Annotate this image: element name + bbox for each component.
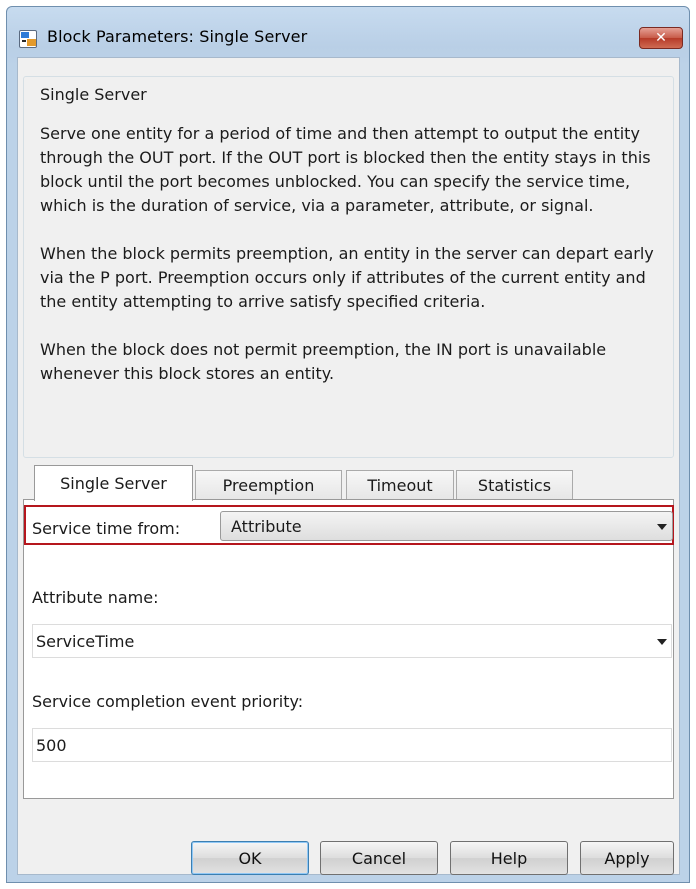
attribute-name-combo[interactable]: ServiceTime (32, 624, 672, 658)
groupbox-legend: Single Server (34, 85, 153, 104)
priority-label: Service completion event priority: (32, 692, 304, 711)
cancel-button[interactable]: Cancel (320, 841, 438, 875)
block-description: Serve one entity for a period of time an… (40, 122, 672, 410)
close-icon: ✕ (655, 30, 667, 46)
dialog-window: Block Parameters: Single Server ✕ Single… (6, 6, 690, 883)
description-paragraph: Serve one entity for a period of time an… (40, 124, 651, 215)
description-paragraph: When the block does not permit preemptio… (40, 340, 607, 383)
chevron-down-icon (657, 524, 667, 530)
chevron-down-icon[interactable] (657, 639, 667, 645)
description-groupbox: Single Server Serve one entity for a per… (23, 76, 674, 458)
description-paragraph: When the block permits preemption, an en… (40, 244, 654, 311)
ok-button[interactable]: OK (191, 841, 309, 875)
priority-field[interactable]: 500 (32, 728, 672, 762)
tab-single-server[interactable]: Single Server (34, 465, 193, 501)
window-title: Block Parameters: Single Server (47, 27, 308, 46)
service-time-value: Attribute (231, 517, 302, 536)
close-button[interactable]: ✕ (639, 27, 683, 49)
attribute-name-label: Attribute name: (32, 588, 159, 607)
title-bar[interactable]: Block Parameters: Single Server ✕ (7, 7, 689, 57)
priority-value: 500 (36, 736, 67, 755)
tab-strip: Single Server Preemption Timeout Statist… (34, 465, 674, 501)
service-time-dropdown[interactable]: Attribute (220, 511, 673, 541)
attribute-name-value: ServiceTime (36, 632, 135, 651)
help-button[interactable]: Help (450, 841, 568, 875)
highlight-annotation: Service time from: Attribute (24, 505, 674, 545)
service-time-label: Service time from: (32, 519, 181, 538)
tab-statistics[interactable]: Statistics (456, 470, 573, 500)
tab-timeout[interactable]: Timeout (346, 470, 454, 500)
tab-panel-single-server: Service time from: Attribute Attribute n… (23, 499, 674, 799)
dialog-client-area: Single Server Serve one entity for a per… (17, 57, 680, 875)
simulink-block-icon (19, 30, 37, 48)
apply-button[interactable]: Apply (580, 841, 674, 875)
tab-preemption[interactable]: Preemption (195, 470, 342, 500)
